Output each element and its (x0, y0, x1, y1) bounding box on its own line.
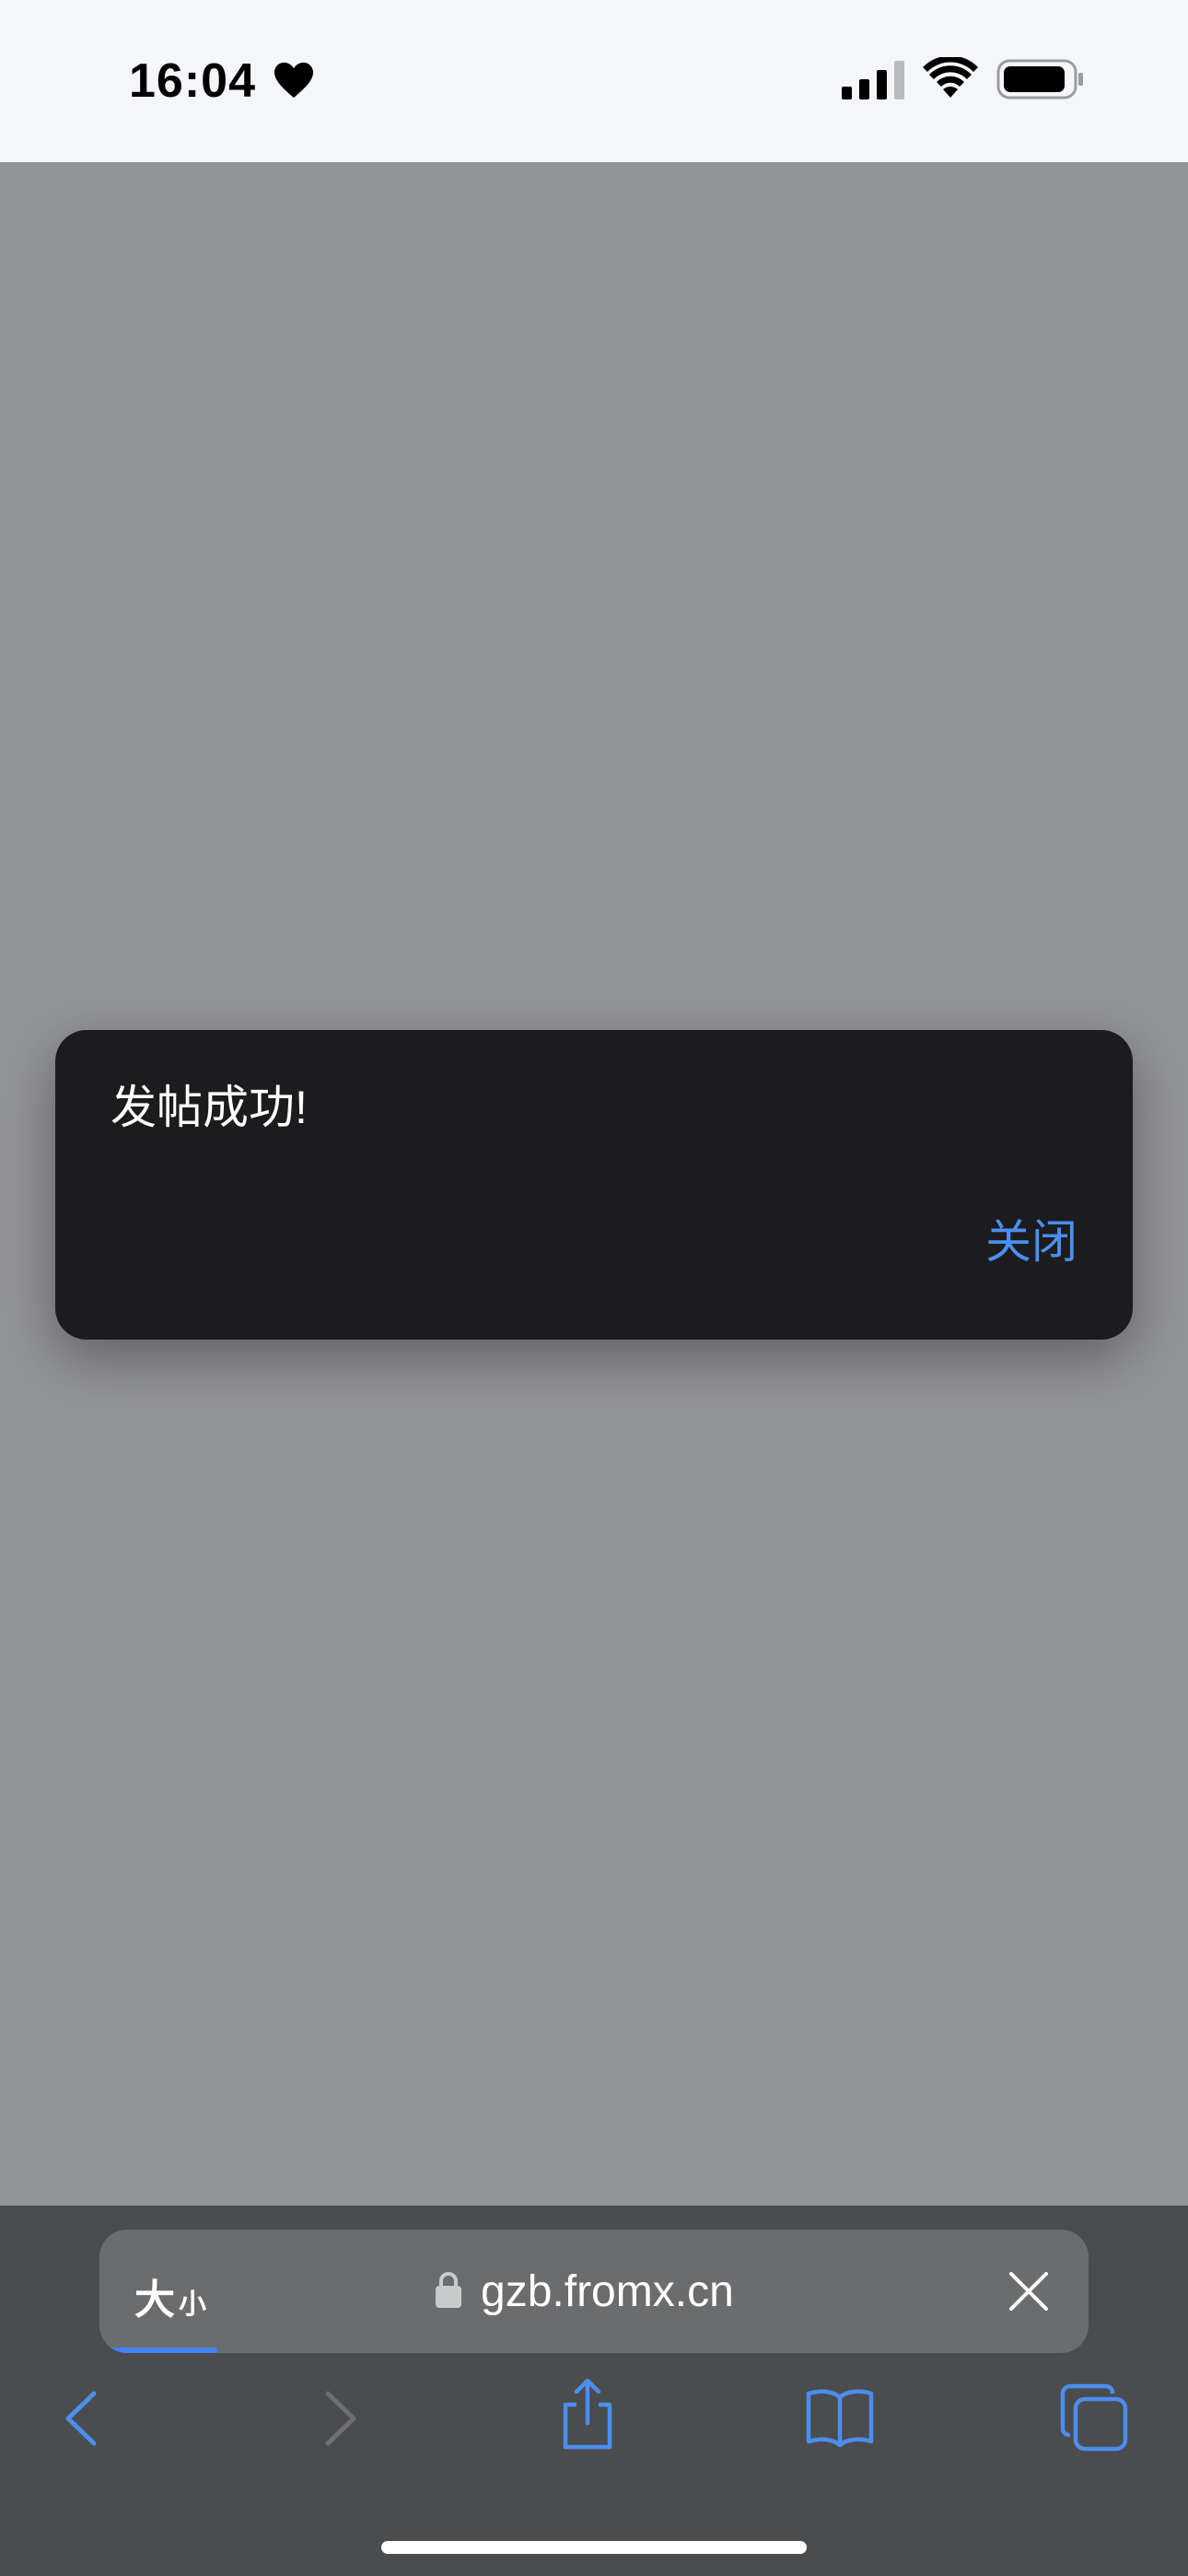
url-text[interactable]: gzb.fromx.cn (481, 2266, 734, 2317)
status-time: 16:04 (129, 54, 256, 108)
bookmarks-icon[interactable] (805, 2386, 875, 2447)
wifi-icon (923, 57, 978, 98)
text-size-big-label: 大 (134, 2277, 175, 2323)
battery-icon (996, 59, 1083, 100)
alert-close-button[interactable]: 关闭 (985, 1205, 1077, 1271)
status-bar: 16:04 (0, 0, 1188, 162)
back-icon[interactable] (59, 2388, 103, 2449)
page-load-progress (99, 2348, 217, 2353)
browser-toolbar: 大 小 gzb.fromx.cn (0, 2206, 1188, 2576)
forward-icon[interactable] (319, 2388, 363, 2449)
lock-icon (436, 2272, 461, 2308)
alert-dialog: 发帖成功! 关闭 (55, 1030, 1133, 1340)
heart-icon (274, 62, 313, 99)
address-bar[interactable]: 大 小 gzb.fromx.cn (99, 2230, 1089, 2353)
signal-icon (842, 61, 904, 100)
text-size-small-label: 小 (179, 2289, 206, 2320)
tabs-icon[interactable] (1059, 2383, 1129, 2453)
alert-message: 发帖成功! (111, 1082, 308, 1133)
share-icon[interactable] (556, 2377, 619, 2451)
text-size-button[interactable]: 大 小 (134, 2266, 206, 2325)
home-indicator[interactable] (381, 2541, 807, 2554)
close-icon[interactable] (1007, 2270, 1050, 2313)
